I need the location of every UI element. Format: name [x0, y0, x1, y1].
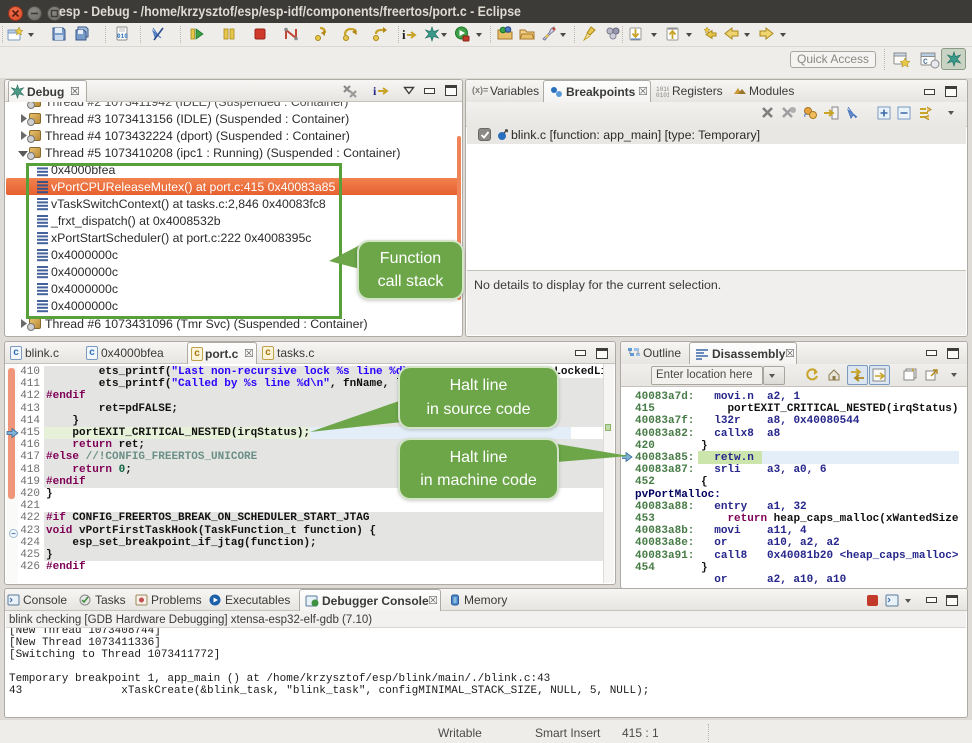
svg-text:i: i	[402, 27, 406, 42]
svg-text:C: C	[923, 58, 928, 67]
svg-text:i: i	[373, 84, 377, 98]
svg-text:010: 010	[117, 33, 128, 40]
svg-text:0101: 0101	[656, 92, 669, 97]
